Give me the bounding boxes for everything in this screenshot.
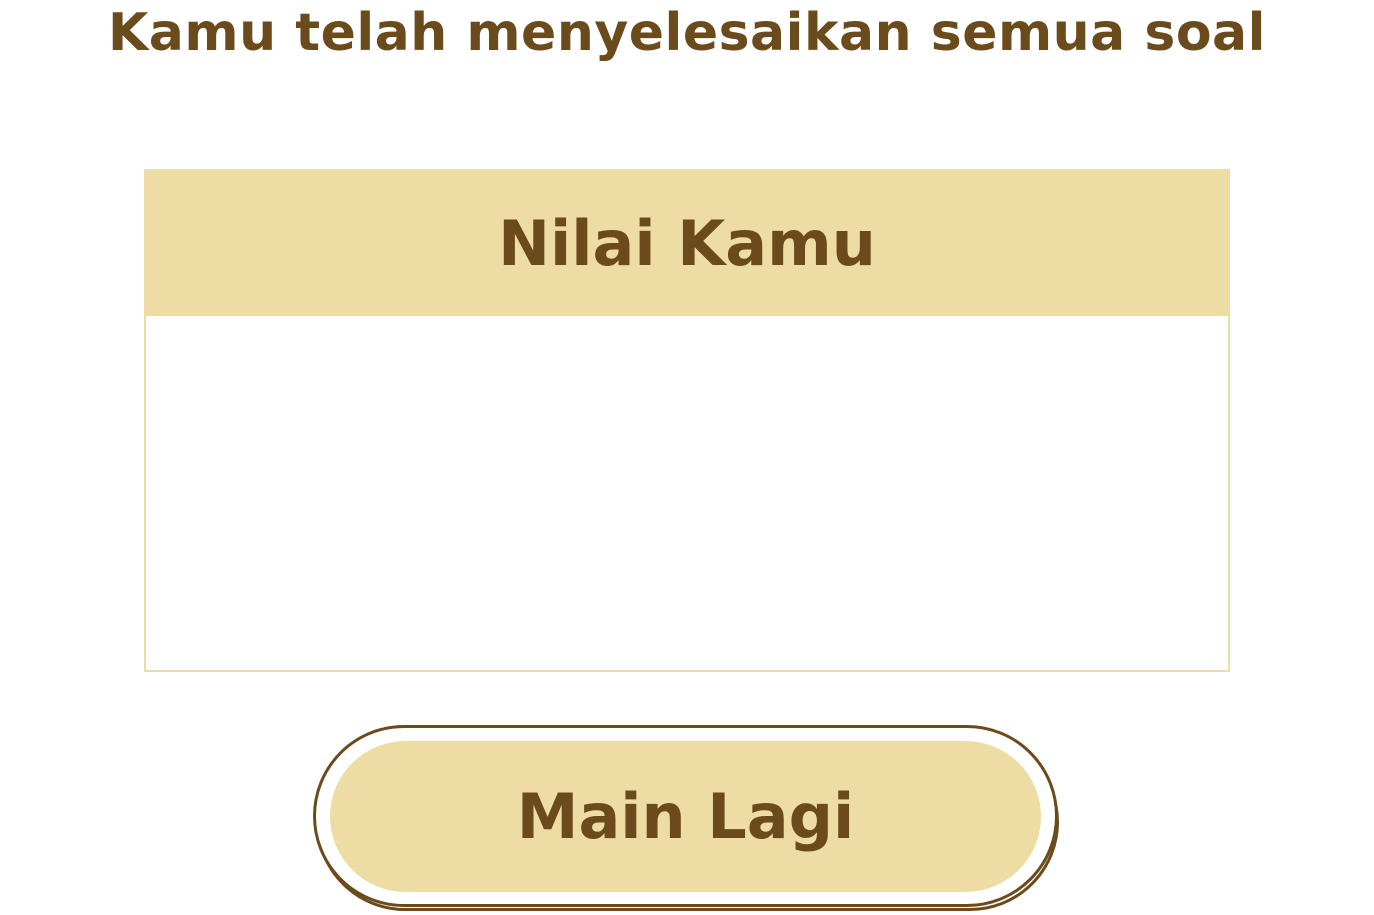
play-again-button[interactable]: Main Lagi <box>313 725 1058 907</box>
completion-headline: Kamu telah menyelesaikan semua soal <box>108 3 1266 63</box>
play-again-button-face[interactable]: Main Lagi <box>330 741 1041 892</box>
score-card-header: Nilai Kamu <box>146 171 1228 316</box>
score-card: Nilai Kamu <box>144 169 1230 672</box>
score-display <box>146 316 1228 670</box>
play-again-label: Main Lagi <box>516 780 855 853</box>
score-card-title: Nilai Kamu <box>498 207 876 280</box>
